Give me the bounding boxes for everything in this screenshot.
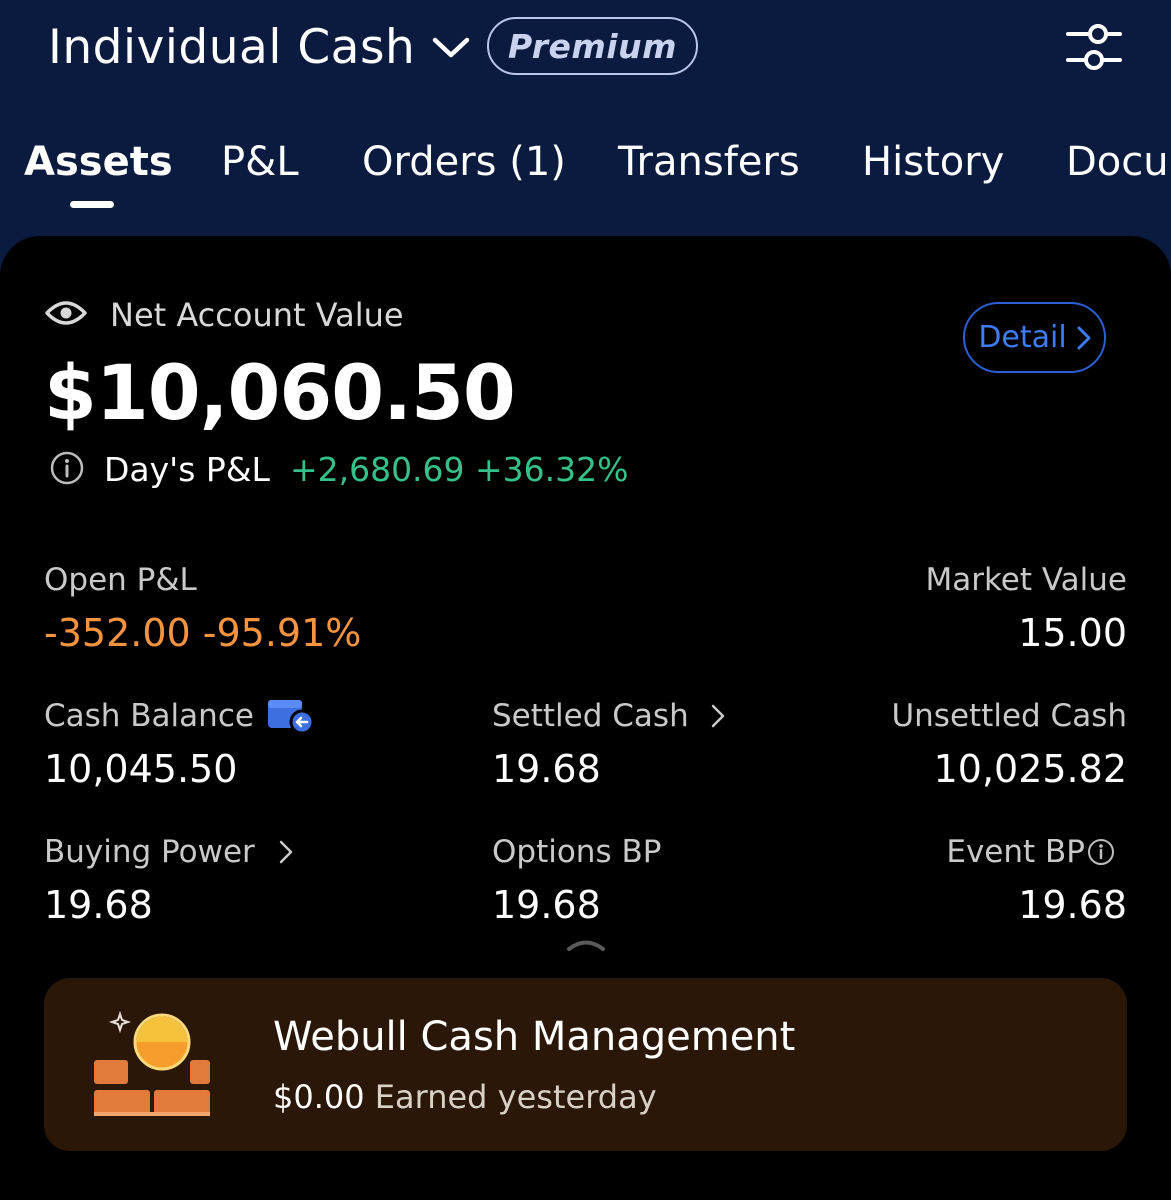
tab-bar: Assets P&L Orders (1) Transfers History … bbox=[0, 130, 1171, 210]
buying-power-value: 19.68 bbox=[44, 883, 153, 927]
eye-icon[interactable] bbox=[44, 297, 88, 333]
tab-orders[interactable]: Orders (1) bbox=[362, 136, 566, 188]
options-bp-value: 19.68 bbox=[492, 883, 601, 927]
net-account-value-label: Net Account Value bbox=[110, 296, 404, 334]
account-assets-screen: Individual Cash Premium Assets P&L Order… bbox=[0, 0, 1171, 1200]
wallet-transfer-icon[interactable] bbox=[266, 696, 316, 736]
open-pl-label: Open P&L bbox=[44, 562, 197, 598]
event-bp-label: Event BP bbox=[946, 834, 1085, 870]
assets-card: Net Account Value $10,060.50 Detail Day'… bbox=[0, 236, 1171, 1200]
cash-balance-value: 10,045.50 bbox=[44, 747, 238, 791]
account-selector[interactable]: Individual Cash bbox=[48, 18, 471, 78]
detail-button[interactable]: Detail bbox=[963, 302, 1106, 373]
promo-caption: Earned yesterday bbox=[374, 1078, 657, 1116]
options-bp-label: Options BP bbox=[492, 834, 662, 870]
premium-badge-label: Premium bbox=[508, 26, 677, 66]
chevron-right-icon bbox=[279, 840, 293, 864]
days-pl-row: Day's P&L +2,680.69 +36.32% bbox=[50, 450, 629, 489]
tab-transfers[interactable]: Transfers bbox=[618, 136, 800, 188]
chevron-down-icon bbox=[431, 28, 471, 68]
settled-cash-label: Settled Cash bbox=[492, 698, 689, 734]
tab-history[interactable]: History bbox=[862, 136, 1004, 188]
market-value-value: 15.00 bbox=[1018, 611, 1127, 655]
collapse-handle-icon[interactable] bbox=[566, 936, 606, 952]
premium-badge[interactable]: Premium bbox=[487, 17, 698, 75]
settings-sliders-icon[interactable] bbox=[1064, 20, 1124, 76]
tab-pl[interactable]: P&L bbox=[221, 136, 299, 188]
coin-bricks-icon bbox=[94, 1010, 210, 1116]
chevron-right-icon bbox=[711, 704, 724, 728]
cash-management-banner[interactable]: Webull Cash Management $0.00 Earned yest… bbox=[44, 978, 1127, 1151]
chevron-right-icon bbox=[1077, 326, 1091, 349]
unsettled-cash-value: 10,025.82 bbox=[933, 747, 1127, 791]
account-name: Individual Cash bbox=[48, 20, 416, 75]
promo-title: Webull Cash Management bbox=[273, 1014, 796, 1060]
info-icon[interactable] bbox=[1087, 838, 1115, 866]
market-value: Market Value 15.00 bbox=[925, 560, 1127, 658]
detail-button-label: Detail bbox=[978, 320, 1067, 355]
info-icon[interactable] bbox=[50, 451, 84, 489]
days-pl-value: +2,680.69 +36.32% bbox=[289, 450, 629, 489]
days-pl-label: Day's P&L bbox=[104, 450, 270, 489]
buying-power-label: Buying Power bbox=[44, 834, 255, 870]
net-account-value-row: Net Account Value bbox=[44, 296, 404, 334]
tab-documents[interactable]: Documents bbox=[1066, 136, 1171, 188]
unsettled-cash-label: Unsettled Cash bbox=[891, 698, 1127, 734]
market-value-label: Market Value bbox=[925, 562, 1127, 598]
cash-balance-label: Cash Balance bbox=[44, 698, 254, 734]
cash-balance: Cash Balance 10,045.50 bbox=[44, 696, 316, 794]
tab-assets[interactable]: Assets bbox=[24, 136, 173, 188]
buying-power[interactable]: Buying Power 19.68 bbox=[44, 832, 293, 930]
promo-subtitle: $0.00 Earned yesterday bbox=[273, 1078, 657, 1116]
unsettled-cash: Unsettled Cash 10,025.82 bbox=[891, 696, 1127, 794]
active-tab-indicator bbox=[70, 201, 114, 208]
header: Individual Cash Premium Assets P&L Order… bbox=[0, 0, 1171, 236]
event-bp: Event BP 19.68 bbox=[946, 832, 1127, 930]
options-bp: Options BP 19.68 bbox=[492, 832, 661, 930]
open-pl-value: -352.00 -95.91% bbox=[44, 611, 362, 655]
promo-amount: $0.00 bbox=[273, 1078, 365, 1116]
net-account-value: $10,060.50 bbox=[44, 348, 516, 437]
open-pl: Open P&L -352.00 -95.91% bbox=[44, 560, 361, 658]
settled-cash[interactable]: Settled Cash 19.68 bbox=[492, 696, 725, 794]
settled-cash-value: 19.68 bbox=[492, 747, 601, 791]
event-bp-value: 19.68 bbox=[1018, 883, 1127, 927]
